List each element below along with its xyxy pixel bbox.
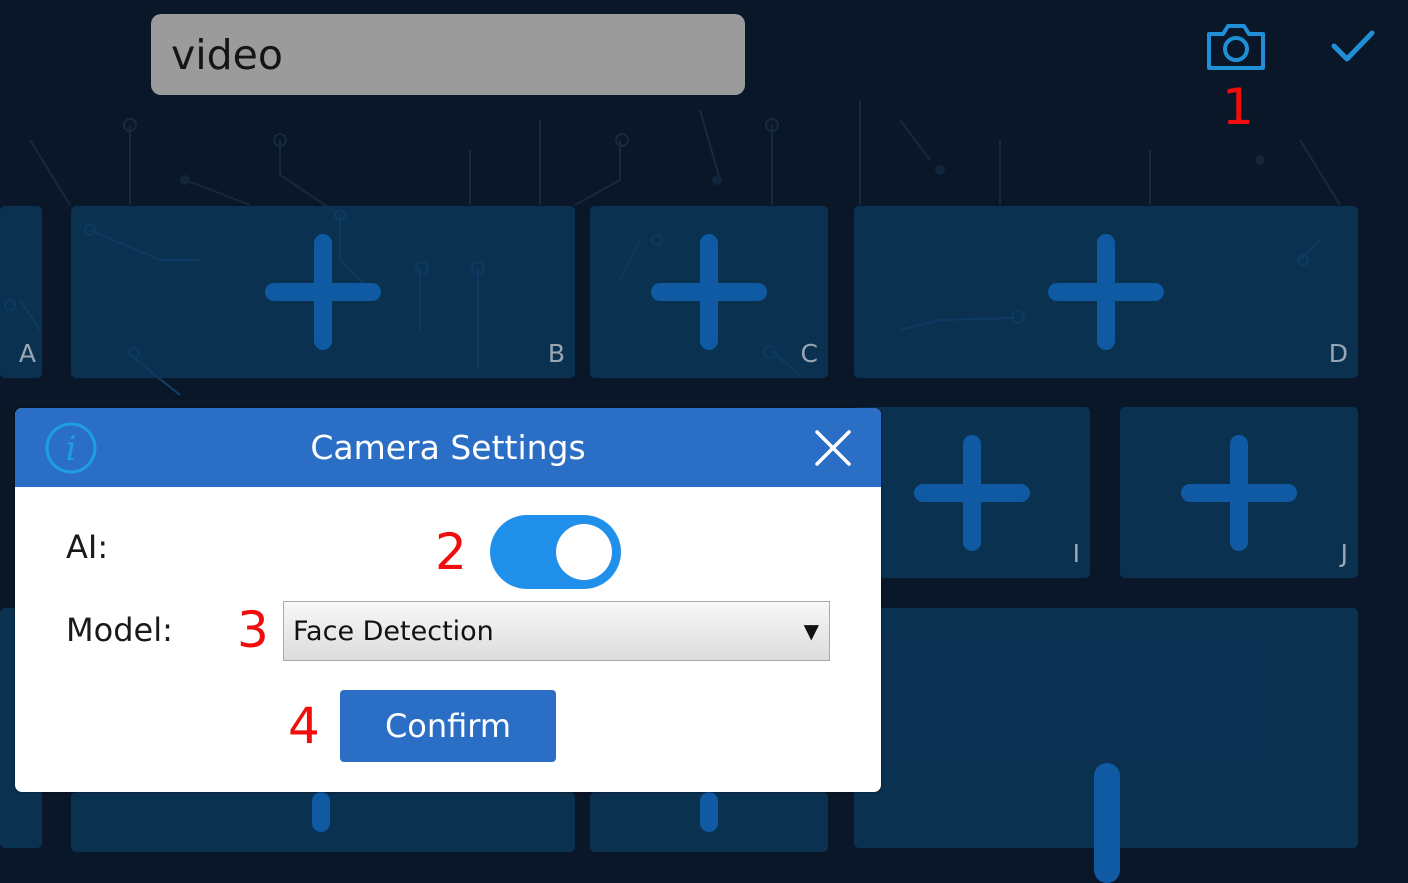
- plus-icon: [700, 792, 718, 832]
- model-select-value: Face Detection: [293, 615, 494, 647]
- tile-label: B: [547, 339, 565, 368]
- title-input[interactable]: video: [151, 14, 745, 95]
- tile-j[interactable]: J: [1120, 407, 1358, 578]
- annotation-3: 3: [237, 601, 269, 659]
- tile-large[interactable]: [854, 608, 1358, 883]
- tile-label: C: [800, 339, 818, 368]
- plus-icon: [651, 234, 767, 350]
- plus-icon: [1181, 434, 1297, 551]
- tile-i[interactable]: I: [854, 407, 1090, 578]
- dialog-title: Camera Settings: [310, 428, 586, 467]
- plus-icon: [312, 792, 330, 832]
- tile-b[interactable]: B: [71, 206, 575, 378]
- ai-label: AI:: [66, 528, 109, 566]
- tile-c[interactable]: C: [590, 206, 828, 378]
- tile-label: D: [1328, 339, 1348, 368]
- check-icon[interactable]: [1330, 28, 1376, 64]
- tile-partial-bottom-1[interactable]: [71, 792, 575, 852]
- camera-icon[interactable]: [1205, 22, 1267, 72]
- plus-icon: [265, 234, 381, 350]
- annotation-2: 2: [435, 523, 467, 581]
- tile-partial-bottom-2[interactable]: [590, 792, 828, 852]
- tile-label: A: [18, 339, 36, 368]
- close-icon[interactable]: [813, 428, 853, 468]
- ai-toggle[interactable]: [490, 515, 621, 589]
- plus-icon: [914, 434, 1030, 551]
- tile-label: J: [1340, 539, 1348, 568]
- annotation-1: 1: [1222, 78, 1254, 136]
- model-label: Model:: [66, 611, 173, 649]
- plus-icon: [1094, 763, 1120, 883]
- annotation-4: 4: [288, 697, 320, 755]
- tile-a[interactable]: A: [0, 206, 42, 378]
- tile-d[interactable]: D: [854, 206, 1358, 378]
- model-select[interactable]: Face Detection ▼: [283, 601, 830, 661]
- plus-icon: [1048, 234, 1164, 350]
- dialog-header: i Camera Settings: [15, 408, 881, 487]
- confirm-button[interactable]: Confirm: [340, 690, 556, 762]
- dropdown-arrow-icon: ▼: [803, 619, 819, 643]
- camera-settings-dialog: i Camera Settings AI: 2 Model: 3 Face De…: [15, 408, 881, 792]
- toggle-knob: [556, 524, 612, 580]
- tile-label: I: [1072, 539, 1080, 568]
